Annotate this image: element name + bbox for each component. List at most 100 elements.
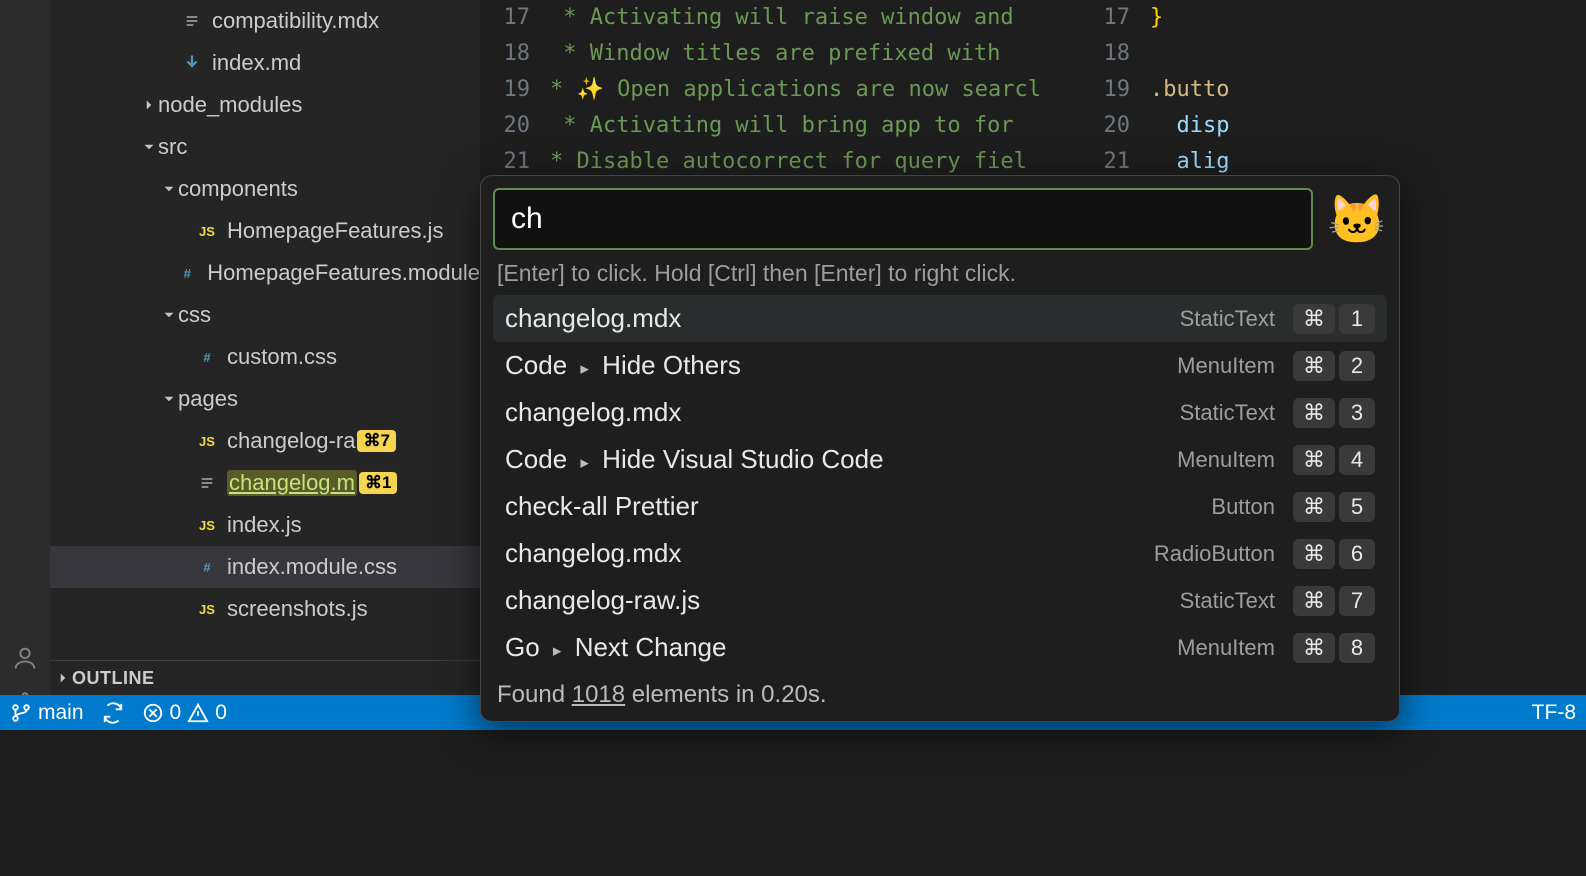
error-count: 0	[170, 701, 182, 725]
text-file-icon	[197, 473, 217, 493]
tree-item[interactable]: JSindex.js	[50, 504, 480, 546]
explorer-sidebar: compatibility.mdx index.md node_modulessrc…	[50, 0, 480, 730]
line-number: 17	[480, 0, 530, 36]
shortcut-number: 1	[1339, 304, 1375, 334]
result-label: Code ▸ Hide Others	[505, 350, 1177, 381]
command-palette: 🐱 [Enter] to click. Hold [Ctrl] then [En…	[480, 175, 1400, 722]
code-line: * Activating will raise window and	[550, 0, 1041, 36]
tree-item-label: node_modules	[158, 92, 302, 118]
tree-item[interactable]: index.md	[50, 42, 480, 84]
activity-bar	[0, 0, 50, 730]
result-type: StaticText	[1180, 588, 1275, 614]
result-label: Code ▸ Hide Visual Studio Code	[505, 444, 1177, 475]
result-label: changelog.mdx	[505, 538, 1154, 569]
tree-item[interactable]: #HomepageFeatures.module	[50, 252, 480, 294]
shortcut-number: 4	[1339, 445, 1375, 475]
palette-hint: [Enter] to click. Hold [Ctrl] then [Ente…	[493, 260, 1387, 287]
shortcut-badge: ⌘1	[359, 472, 397, 494]
tree-item[interactable]: pages	[50, 378, 480, 420]
chevron-right-icon	[54, 669, 72, 687]
error-icon	[142, 702, 164, 724]
tree-item[interactable]: components	[50, 168, 480, 210]
code-line	[1150, 36, 1229, 72]
accounts-icon[interactable]	[11, 644, 39, 672]
tree-item[interactable]: node_modules	[50, 84, 480, 126]
branch-name: main	[38, 701, 84, 725]
palette-result-row[interactable]: Code ▸ Hide Others MenuItem ⌘ 2	[493, 342, 1387, 389]
result-type: StaticText	[1180, 306, 1275, 332]
shortcut-modifier: ⌘	[1293, 492, 1335, 522]
tree-item[interactable]: #index.module.css	[50, 546, 480, 588]
js-file-icon: JS	[197, 431, 217, 451]
shortcut-modifier: ⌘	[1293, 398, 1335, 428]
tree-item[interactable]: src	[50, 126, 480, 168]
code-line: .butto	[1150, 72, 1229, 108]
result-type: RadioButton	[1154, 541, 1275, 567]
file-tree: compatibility.mdx index.md node_modulessrc…	[50, 0, 480, 660]
tree-item-label: custom.css	[227, 344, 337, 370]
chevron-down-icon	[160, 390, 178, 408]
shortcut-number: 6	[1339, 539, 1375, 569]
result-type: MenuItem	[1177, 447, 1275, 473]
palette-result-row[interactable]: changelog-raw.js StaticText ⌘ 7	[493, 577, 1387, 624]
sidebar-section-header[interactable]: OUTLINE	[50, 660, 480, 695]
shortcut-modifier: ⌘	[1293, 304, 1335, 334]
shortcut-badge: ⌘7	[357, 430, 395, 452]
code-line: * Window titles are prefixed with	[550, 36, 1041, 72]
shortcut-modifier: ⌘	[1293, 539, 1335, 569]
shortcut-number: 3	[1339, 398, 1375, 428]
tree-item-label: pages	[178, 386, 238, 412]
result-type: Button	[1211, 494, 1275, 520]
tree-item-label: HomepageFeatures.js	[227, 218, 443, 244]
problems[interactable]: 0 0	[142, 701, 227, 725]
result-label: check-all Prettier	[505, 491, 1211, 522]
line-number: 18	[1080, 36, 1130, 72]
warning-icon	[187, 702, 209, 724]
tree-item[interactable]: compatibility.mdx	[50, 0, 480, 42]
tree-item-label: changelog.m	[227, 470, 357, 496]
chevron-down-icon	[160, 306, 178, 324]
tree-item-label: index.js	[227, 512, 302, 538]
shortcut-modifier: ⌘	[1293, 633, 1335, 663]
tree-item[interactable]: JSscreenshots.js	[50, 588, 480, 630]
palette-result-row[interactable]: changelog.mdx StaticText ⌘ 1	[493, 295, 1387, 342]
sync-icon	[102, 702, 124, 724]
tree-item[interactable]: css	[50, 294, 480, 336]
palette-footer: Found 1018 elements in 0.20s.	[493, 681, 1387, 709]
tree-item-label: compatibility.mdx	[212, 8, 379, 34]
tree-item[interactable]: changelog.m⌘1	[50, 462, 480, 504]
tree-item-label: components	[178, 176, 298, 202]
git-branch[interactable]: main	[10, 701, 84, 725]
result-label: changelog-raw.js	[505, 585, 1180, 616]
tree-item[interactable]: # custom.css	[50, 336, 480, 378]
css-file-icon: #	[197, 347, 217, 367]
line-number: 20	[480, 108, 530, 144]
palette-result-row[interactable]: changelog.mdx StaticText ⌘ 3	[493, 389, 1387, 436]
encoding[interactable]: TF-8	[1532, 701, 1576, 725]
palette-result-row[interactable]: changelog.mdx RadioButton ⌘ 6	[493, 530, 1387, 577]
result-type: MenuItem	[1177, 353, 1275, 379]
palette-result-row[interactable]: check-all Prettier Button ⌘ 5	[493, 483, 1387, 530]
line-number: 19	[480, 72, 530, 108]
result-label: changelog.mdx	[505, 397, 1180, 428]
line-number: 19	[1080, 72, 1130, 108]
mascot-icon: 🐱	[1327, 191, 1387, 248]
line-number: 18	[480, 36, 530, 72]
palette-search-input[interactable]	[493, 188, 1313, 250]
palette-result-row[interactable]: Go ▸ Next Change MenuItem ⌘ 8	[493, 624, 1387, 671]
palette-result-row[interactable]: Code ▸ Hide Visual Studio Code MenuItem …	[493, 436, 1387, 483]
markdown-file-icon	[182, 53, 202, 73]
result-type: MenuItem	[1177, 635, 1275, 661]
tree-item[interactable]: JSchangelog-ra⌘7	[50, 420, 480, 462]
line-number: 20	[1080, 108, 1130, 144]
tree-item-label: src	[158, 134, 187, 160]
code-line: * ✨ Open applications are now searcl	[550, 72, 1041, 108]
tree-item[interactable]: JSHomepageFeatures.js	[50, 210, 480, 252]
chevron-down-icon	[160, 180, 178, 198]
sync-button[interactable]	[102, 702, 124, 724]
shortcut-number: 7	[1339, 586, 1375, 616]
code-line: * Activating will bring app to for	[550, 108, 1041, 144]
tree-item-label: index.md	[212, 50, 301, 76]
branch-icon	[10, 702, 32, 724]
shortcut-number: 5	[1339, 492, 1375, 522]
